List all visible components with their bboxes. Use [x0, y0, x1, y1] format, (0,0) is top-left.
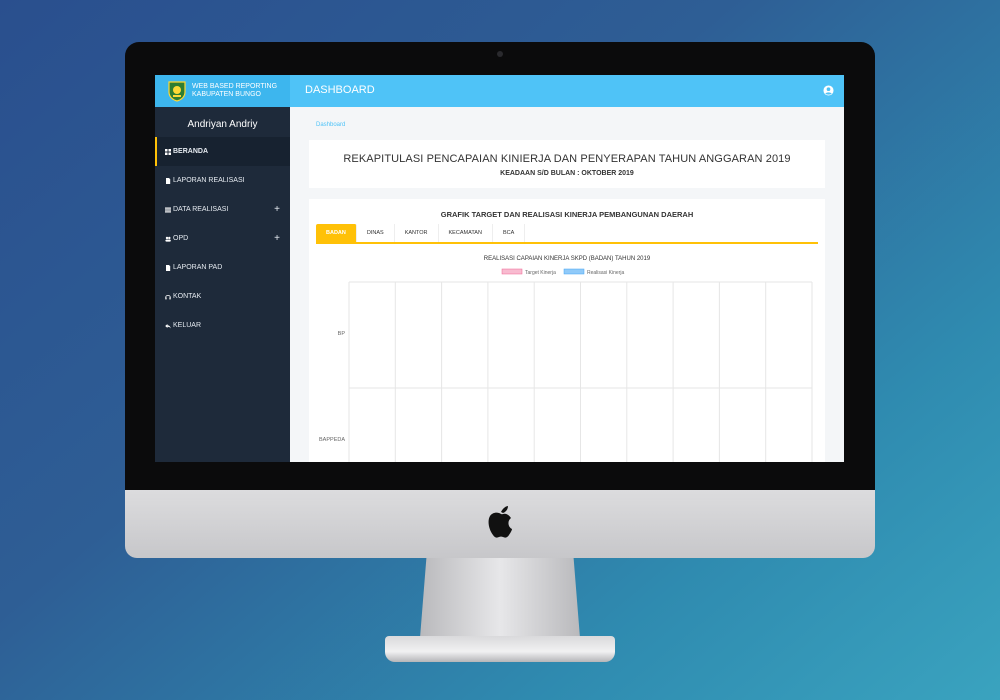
report-subtitle: KEADAAN S/D BULAN : OKTOBER 2019 — [500, 170, 634, 177]
headset-icon — [165, 294, 173, 300]
legend-label: Target Kinerja — [525, 270, 556, 276]
category-label: BAPPEDA — [319, 437, 345, 443]
list-icon — [165, 207, 173, 213]
legend-label: Realisasi Kinerja — [587, 270, 624, 276]
tab-badan[interactable]: BADAN — [316, 224, 357, 242]
brand[interactable]: WEB BASED REPORTING KABUPATEN BUNGO — [155, 75, 290, 107]
brand-text: WEB BASED REPORTING KABUPATEN BUNGO — [192, 83, 277, 99]
sidebar-item-beranda[interactable]: BERANDA — [155, 137, 290, 166]
monitor-neck — [420, 558, 580, 638]
sidebar: Andriyan Andriy BERANDA LAPORAN REALISASI… — [155, 107, 290, 462]
dashboard-icon — [165, 148, 173, 155]
sidebar-item-laporan-realisasi[interactable]: LAPORAN REALISASI — [155, 166, 290, 195]
screen: WEB BASED REPORTING KABUPATEN BUNGO DASH… — [155, 75, 844, 462]
file-icon — [165, 177, 173, 184]
chart-tabs: BADAN DINAS KANTOR KECAMATAN BCA — [316, 224, 818, 244]
category-label: BP — [338, 331, 346, 337]
sidebar-item-kontak[interactable]: KONTAK — [155, 282, 290, 311]
tab-kecamatan[interactable]: KECAMATAN — [439, 224, 493, 242]
apple-logo-icon — [488, 506, 512, 538]
file-icon — [165, 264, 173, 271]
expand-plus-icon[interactable]: + — [274, 233, 280, 244]
tab-dinas[interactable]: DINAS — [357, 224, 395, 242]
kinerja-bar-chart: REALISASI CAPAIAN KINERJA SKPD (BADAN) T… — [319, 256, 813, 462]
chart-title: REALISASI CAPAIAN KINERJA SKPD (BADAN) T… — [484, 256, 651, 262]
kabupaten-logo-icon — [168, 81, 186, 102]
camera-dot — [497, 51, 503, 57]
monitor-chin — [125, 490, 875, 558]
sidebar-item-label: BERANDA — [173, 148, 208, 155]
sidebar-item-label: KONTAK — [173, 293, 202, 300]
sidebar-item-label: LAPORAN PAD — [173, 264, 223, 271]
users-icon — [165, 236, 173, 242]
reply-icon — [165, 323, 173, 329]
sidebar-nav: BERANDA LAPORAN REALISASI DATA REALISASI + O… — [155, 137, 290, 340]
sidebar-item-label: DATA REALISASI — [173, 206, 229, 213]
main-content: Dashboard REKAPITULASI PENCAPAIAN KINIER… — [290, 107, 844, 462]
legend-swatch — [563, 268, 585, 275]
chart-card: GRAFIK TARGET DAN REALISASI KINERJA PEMB… — [309, 199, 825, 462]
sidebar-item-laporan-pad[interactable]: LAPORAN PAD — [155, 253, 290, 282]
report-title: REKAPITULASI PENCAPAIAN KINIERJA DAN PEN… — [343, 153, 791, 165]
top-navbar: WEB BASED REPORTING KABUPATEN BUNGO DASH… — [155, 75, 844, 107]
monitor-foot — [385, 636, 615, 662]
brand-line-2: KABUPATEN BUNGO — [192, 91, 261, 98]
brand-line-1: WEB BASED REPORTING — [192, 83, 278, 90]
sidebar-item-data-realisasi[interactable]: DATA REALISASI + — [155, 195, 290, 224]
sidebar-item-label: KELUAR — [173, 322, 202, 329]
page-title: DASHBOARD — [305, 84, 375, 96]
breadcrumb[interactable]: Dashboard — [316, 122, 345, 128]
sidebar-item-keluar[interactable]: KELUAR — [155, 311, 290, 340]
expand-plus-icon[interactable]: + — [274, 204, 280, 215]
sidebar-item-label: OPD — [173, 235, 189, 242]
sidebar-user-name: Andriyan Andriy — [187, 119, 258, 130]
user-account-icon[interactable] — [823, 85, 834, 96]
sidebar-item-label: LAPORAN REALISASI — [173, 177, 245, 184]
chart-section-heading: GRAFIK TARGET DAN REALISASI KINERJA PEMB… — [440, 210, 694, 219]
report-title-card: REKAPITULASI PENCAPAIAN KINIERJA DAN PEN… — [309, 140, 825, 188]
sidebar-item-opd[interactable]: OPD + — [155, 224, 290, 253]
tab-bca[interactable]: BCA — [493, 224, 526, 242]
legend-swatch — [501, 268, 523, 275]
tab-kantor[interactable]: KANTOR — [395, 224, 439, 242]
